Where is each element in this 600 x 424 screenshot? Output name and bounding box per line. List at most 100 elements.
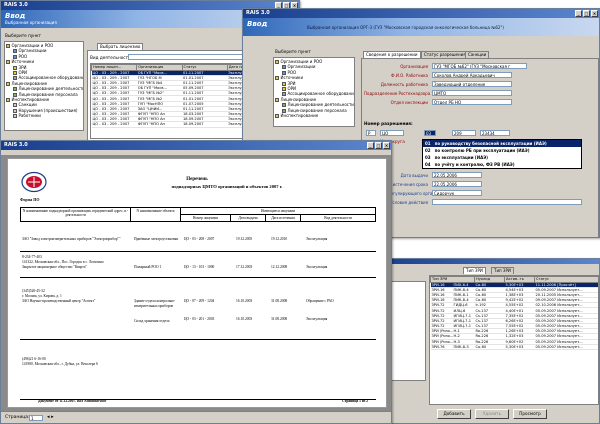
table-row[interactable]: ЗРИ-16 ПИХ-6-4 Co-60 5,30E+03 11.11.2006 [Пр… — [430, 282, 598, 288]
folder-icon — [275, 76, 279, 81]
nav-tree-item-label: Организации и РОО — [11, 43, 54, 48]
table-row[interactable]: ЗРИ-16 ПИК-8-4 Co-60 4,54E+03 05.09.2007 Исп… — [430, 287, 598, 293]
table-row[interactable]: ЗРИ (Ризо...) Н-2 Ra-226 1,32E+03 05.09.2007… — [430, 333, 598, 340]
table-row[interactable]: ЗРИ (Ризо...) Н-3 Ra-226 9,60E+02 05.09.2007… — [430, 339, 598, 345]
field-label: Отдел инспекции — [390, 100, 428, 105]
nav-tree-item-label: Санкции — [18, 102, 37, 108]
form-field[interactable] — [432, 199, 582, 205]
add-button[interactable]: Добавить — [437, 409, 471, 419]
nav-tree-item[interactable]: Инспектирование — [275, 113, 353, 118]
equipment-icon — [282, 92, 286, 97]
report-text: ЗАО Научно-производственный центр "Аспек… — [22, 299, 96, 303]
col-license-num: Номер лицензии — [180, 214, 231, 222]
table-row[interactable]: ЗРИ-16 ПИК-8-1 Co-60 1,38E+03 20.11.2005 Исп… — [430, 292, 598, 299]
form-field[interactable]: Соколов Андрей Аркадьевич — [432, 72, 512, 78]
nav-tree-item-label: Ассоциированное оборудование — [18, 75, 84, 81]
form-field[interactable]: ЦМТО — [432, 90, 512, 96]
nav-tree-item-label: Лицензирование деятельности — [18, 86, 84, 92]
report-text: ЦО - 03 - 208 - 2007 — [184, 237, 215, 241]
dropdown-option[interactable]: 01 по руководству безопасной эксплуатации… — [423, 140, 581, 147]
nav-tree-item-label: ОРИ — [287, 85, 297, 91]
option-code: 01 — [425, 141, 431, 146]
dropdown-option[interactable]: 03 по эксплуатации (ИАЭ) — [423, 154, 581, 161]
table-row[interactable]: ЗРИ-72 ИГИЦ-7-1 Cs-137 6,26E+02 05.09.2007 И… — [430, 318, 598, 325]
report-title-bar[interactable]: RAIS 3.0 _ □ × — [1, 141, 391, 150]
building-icon — [13, 54, 17, 59]
table-cell: Co-60 — [474, 344, 505, 350]
dropdown-option[interactable]: 02 по контролю РБ при эксплуатации (ИАЭ) — [423, 147, 581, 154]
form-field[interactable]: ГУЗ "МГОБ №62" (ГУЗ "Московская г — [432, 63, 527, 69]
permit-number-part[interactable]: 23434 — [480, 130, 510, 136]
nav-tree-item-label: РОО — [287, 69, 297, 75]
maximize-icon[interactable]: □ — [583, 10, 590, 17]
report-statusbar: Страница: 1 ◂ ▸ — [1, 411, 391, 423]
table-row[interactable]: ЗРИ-72 ГИДЦ-6 Ir-192 4,55E+02 02.10.2006 Исп… — [430, 302, 598, 309]
report-divider — [20, 399, 376, 400]
table-row[interactable]: ЗРИ-72 ИЛЦ-6 Cs-137 4,40E+01 05.09.2007 Испо… — [430, 307, 598, 314]
tab-permit-0[interactable]: Сведения о разрешении — [363, 51, 421, 58]
folder-icon — [6, 60, 10, 65]
window-title-bar-3[interactable] — [381, 259, 599, 264]
table-row[interactable]: ЗРИ-72 ИГИЦ-7-1 Cs-137 7,35E+02 05.09.2007 И… — [430, 313, 598, 319]
close-icon[interactable]: × — [591, 10, 598, 17]
permit-number-part[interactable]: 209 — [452, 130, 476, 136]
minimize-icon[interactable]: _ — [575, 10, 582, 17]
tab-source-type[interactable]: Тип ЗРИ — [463, 267, 486, 274]
page-number-field[interactable]: 1 — [29, 415, 43, 421]
col-org: N наименование поднадзорной организации,… — [20, 207, 131, 222]
permit-number-part[interactable]: ЦО — [380, 130, 404, 136]
table-cell: ФГУП "НПО Ан — [136, 121, 182, 128]
permit-type-dropdown[interactable]: 01 по руководству безопасной эксплуатации… — [422, 139, 582, 169]
report-divider — [20, 251, 376, 252]
sources-grid: Тип ЗРИ Нуклид Актив.-ть Статус ЗРИ-16 ПИХ-6-… — [430, 276, 598, 350]
minimize-icon[interactable]: _ — [367, 142, 374, 149]
permit-number-part[interactable]: 03 — [424, 130, 436, 136]
table-row[interactable]: ЗРИ-72 ИГИЦ-7-1 Cs-137 7,55E+02 05.09.2007 И… — [430, 323, 598, 330]
report-text: 12.12.2008 — [271, 265, 288, 269]
equipment-icon — [13, 76, 17, 81]
delete-button[interactable]: Удалить — [475, 409, 509, 419]
table-row[interactable]: ЗРИ (Ризо...) Н-1 Ra-226 1,26E+03 05.09.2007… — [430, 328, 598, 335]
view-button[interactable]: Просмотр — [513, 409, 547, 419]
field-label: Ф.И.О. Работника — [391, 73, 428, 78]
permit-form: Номер разрешения: Код округа Р ЦО 03 209 234… — [361, 58, 599, 237]
nav-tree-item[interactable]: Работники — [6, 113, 82, 119]
permit-number-part[interactable]: Р — [366, 130, 376, 136]
option-code: 02 — [425, 148, 431, 153]
tab-select-license[interactable]: Выбрать лицензию — [97, 43, 144, 50]
table-row[interactable]: ЗРИ-16 ПИК-8-4 Co-60 9,42E+02 09.09.2007 Исп… — [430, 297, 598, 304]
table-row[interactable]: ЗРИ-76 ПИК-8-3 Co-60 5,30E+03 05.09.2007 Исп… — [430, 344, 598, 350]
form-field[interactable]: 22.05.2006 — [432, 172, 482, 178]
option-code: 04 — [425, 162, 431, 167]
nav-tree-item-label: Лицензирование персонала — [287, 107, 347, 113]
dropdown-option[interactable]: 04 по учёту и контролю, ФЗ РВ (ИАЭ) — [423, 161, 581, 168]
form-label: Форма ПО — [20, 197, 40, 202]
form-field[interactable]: Сидорчук — [432, 190, 482, 196]
close-icon[interactable]: × — [383, 142, 390, 149]
report-text: Приёмные электроустановки — [134, 237, 179, 241]
option-text: по эксплуатации (ИАЭ) — [434, 155, 488, 160]
maximize-icon[interactable]: □ — [375, 142, 382, 149]
form-field[interactable]: Заведующий отделение — [432, 81, 512, 87]
radiation-icon — [282, 81, 286, 86]
form-field[interactable]: 22.05.2006 — [432, 181, 482, 187]
nav-tree-item-label: Источники — [280, 75, 304, 81]
option-code: 03 — [425, 155, 431, 160]
table-cell: ПИК-8-3 — [452, 344, 475, 350]
report-text: Эксплуатация — [306, 265, 328, 269]
activity-filter-label: Вид деятельности — [90, 55, 131, 60]
form-field[interactable]: Отдел РБ НО — [432, 99, 512, 105]
report-window: RAIS 3.0 _ □ × Перечень поднадзорных ЦМТО … — [0, 140, 392, 424]
nav-tree-item-label: Работники — [18, 113, 41, 119]
field-label: Подразделение Ростехнадзора — [364, 91, 431, 96]
tab-permit-2[interactable]: Санкции — [465, 51, 490, 58]
report-text: 19.12.2005 — [236, 237, 253, 241]
doc-icon — [13, 103, 17, 108]
sources-panel: Тип ЗРИ Нуклид Актив.-ть Статус ЗРИ-16 ПИХ-6-… — [429, 275, 599, 405]
tab-permit-1[interactable]: Статус разрешения — [421, 51, 469, 58]
tab-source-type[interactable]: Тип ЗРИ — [491, 267, 514, 274]
page-nav-arrows[interactable]: ◂ ▸ — [47, 414, 54, 420]
report-text: ЦО - 03 - 201 - 2003 — [184, 317, 215, 321]
window-title-bar-2[interactable]: RAIS 3.0 _ □ × — [243, 9, 599, 18]
nav-tree-item-label: Нарушения (происшествия) — [18, 107, 78, 113]
